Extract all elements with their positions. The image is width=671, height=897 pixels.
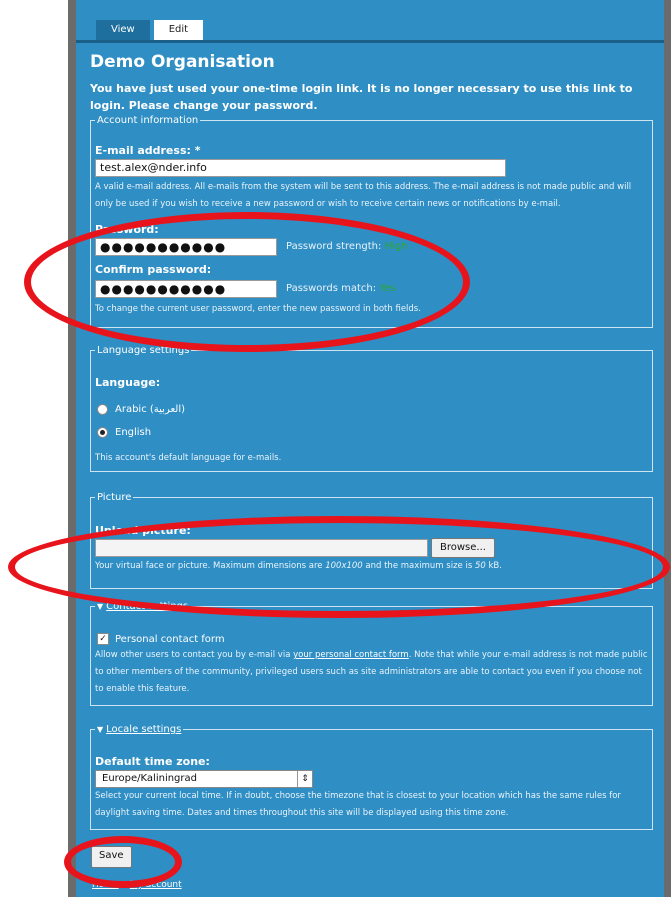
locale-fieldset: ▼ Locale settings Default time zone: Euro… <box>90 723 653 830</box>
email-field[interactable]: test.alex@nder.info <box>95 159 506 177</box>
contact-description: Allow other users to contact you by e-ma… <box>95 650 648 694</box>
annotation-ellipse-save <box>64 836 182 888</box>
radio-english-label: English <box>115 427 152 438</box>
radio-button[interactable] <box>97 404 108 415</box>
page-title: Demo Organisation <box>90 52 275 72</box>
tab-view[interactable]: View <box>96 20 150 40</box>
collapse-triangle-icon: ▼ <box>97 725 104 734</box>
annotation-ellipse-password <box>24 212 470 352</box>
picture-legend: Picture <box>95 491 134 504</box>
collapse-triangle-icon: ▼ <box>97 602 104 611</box>
contact-fieldset: ▼ Contact settings ✓ Personal contact for… <box>90 600 653 706</box>
status-message: You have just used your one-time login l… <box>90 82 633 112</box>
radio-english[interactable]: English <box>97 427 151 438</box>
email-label: E-mail address: * <box>95 144 201 157</box>
select-arrows-icon: ⇕ <box>297 771 312 787</box>
timezone-value: Europe/Kaliningrad <box>102 773 197 784</box>
radio-arabic[interactable]: Arabic (العربية) <box>97 404 185 415</box>
locale-legend[interactable]: ▼ Locale settings <box>95 723 184 736</box>
language-label: Language: <box>95 376 161 389</box>
email-description: A valid e-mail address. All e-mails from… <box>95 182 632 209</box>
left-border <box>68 0 76 897</box>
main-panel: View Edit Demo Organisation You have jus… <box>76 0 664 897</box>
timezone-description: Select your current local time. If in do… <box>95 791 621 818</box>
timezone-select[interactable]: Europe/Kaliningrad ⇕ <box>95 770 313 788</box>
personal-contact-form-link[interactable]: your personal contact form <box>293 650 409 660</box>
tab-bar: View Edit <box>96 20 207 40</box>
tab-underline <box>76 40 664 43</box>
account-legend: Account information <box>95 114 201 127</box>
tab-edit[interactable]: Edit <box>153 20 204 40</box>
timezone-label: Default time zone: <box>95 755 210 768</box>
locale-settings-link[interactable]: Locale settings <box>106 724 181 735</box>
personal-contact-checkbox-row[interactable]: ✓ Personal contact form <box>97 633 225 645</box>
annotation-ellipse-picture <box>8 516 670 618</box>
language-fieldset: Language settings Language: Arabic (العر… <box>90 344 653 472</box>
language-description: This account's default language for e-ma… <box>95 453 282 463</box>
checkbox-label: Personal contact form <box>115 633 225 645</box>
checkbox[interactable]: ✓ <box>97 633 109 645</box>
radio-arabic-label: Arabic (العربية) <box>115 404 186 415</box>
right-border <box>664 0 671 897</box>
radio-button[interactable] <box>97 427 108 438</box>
